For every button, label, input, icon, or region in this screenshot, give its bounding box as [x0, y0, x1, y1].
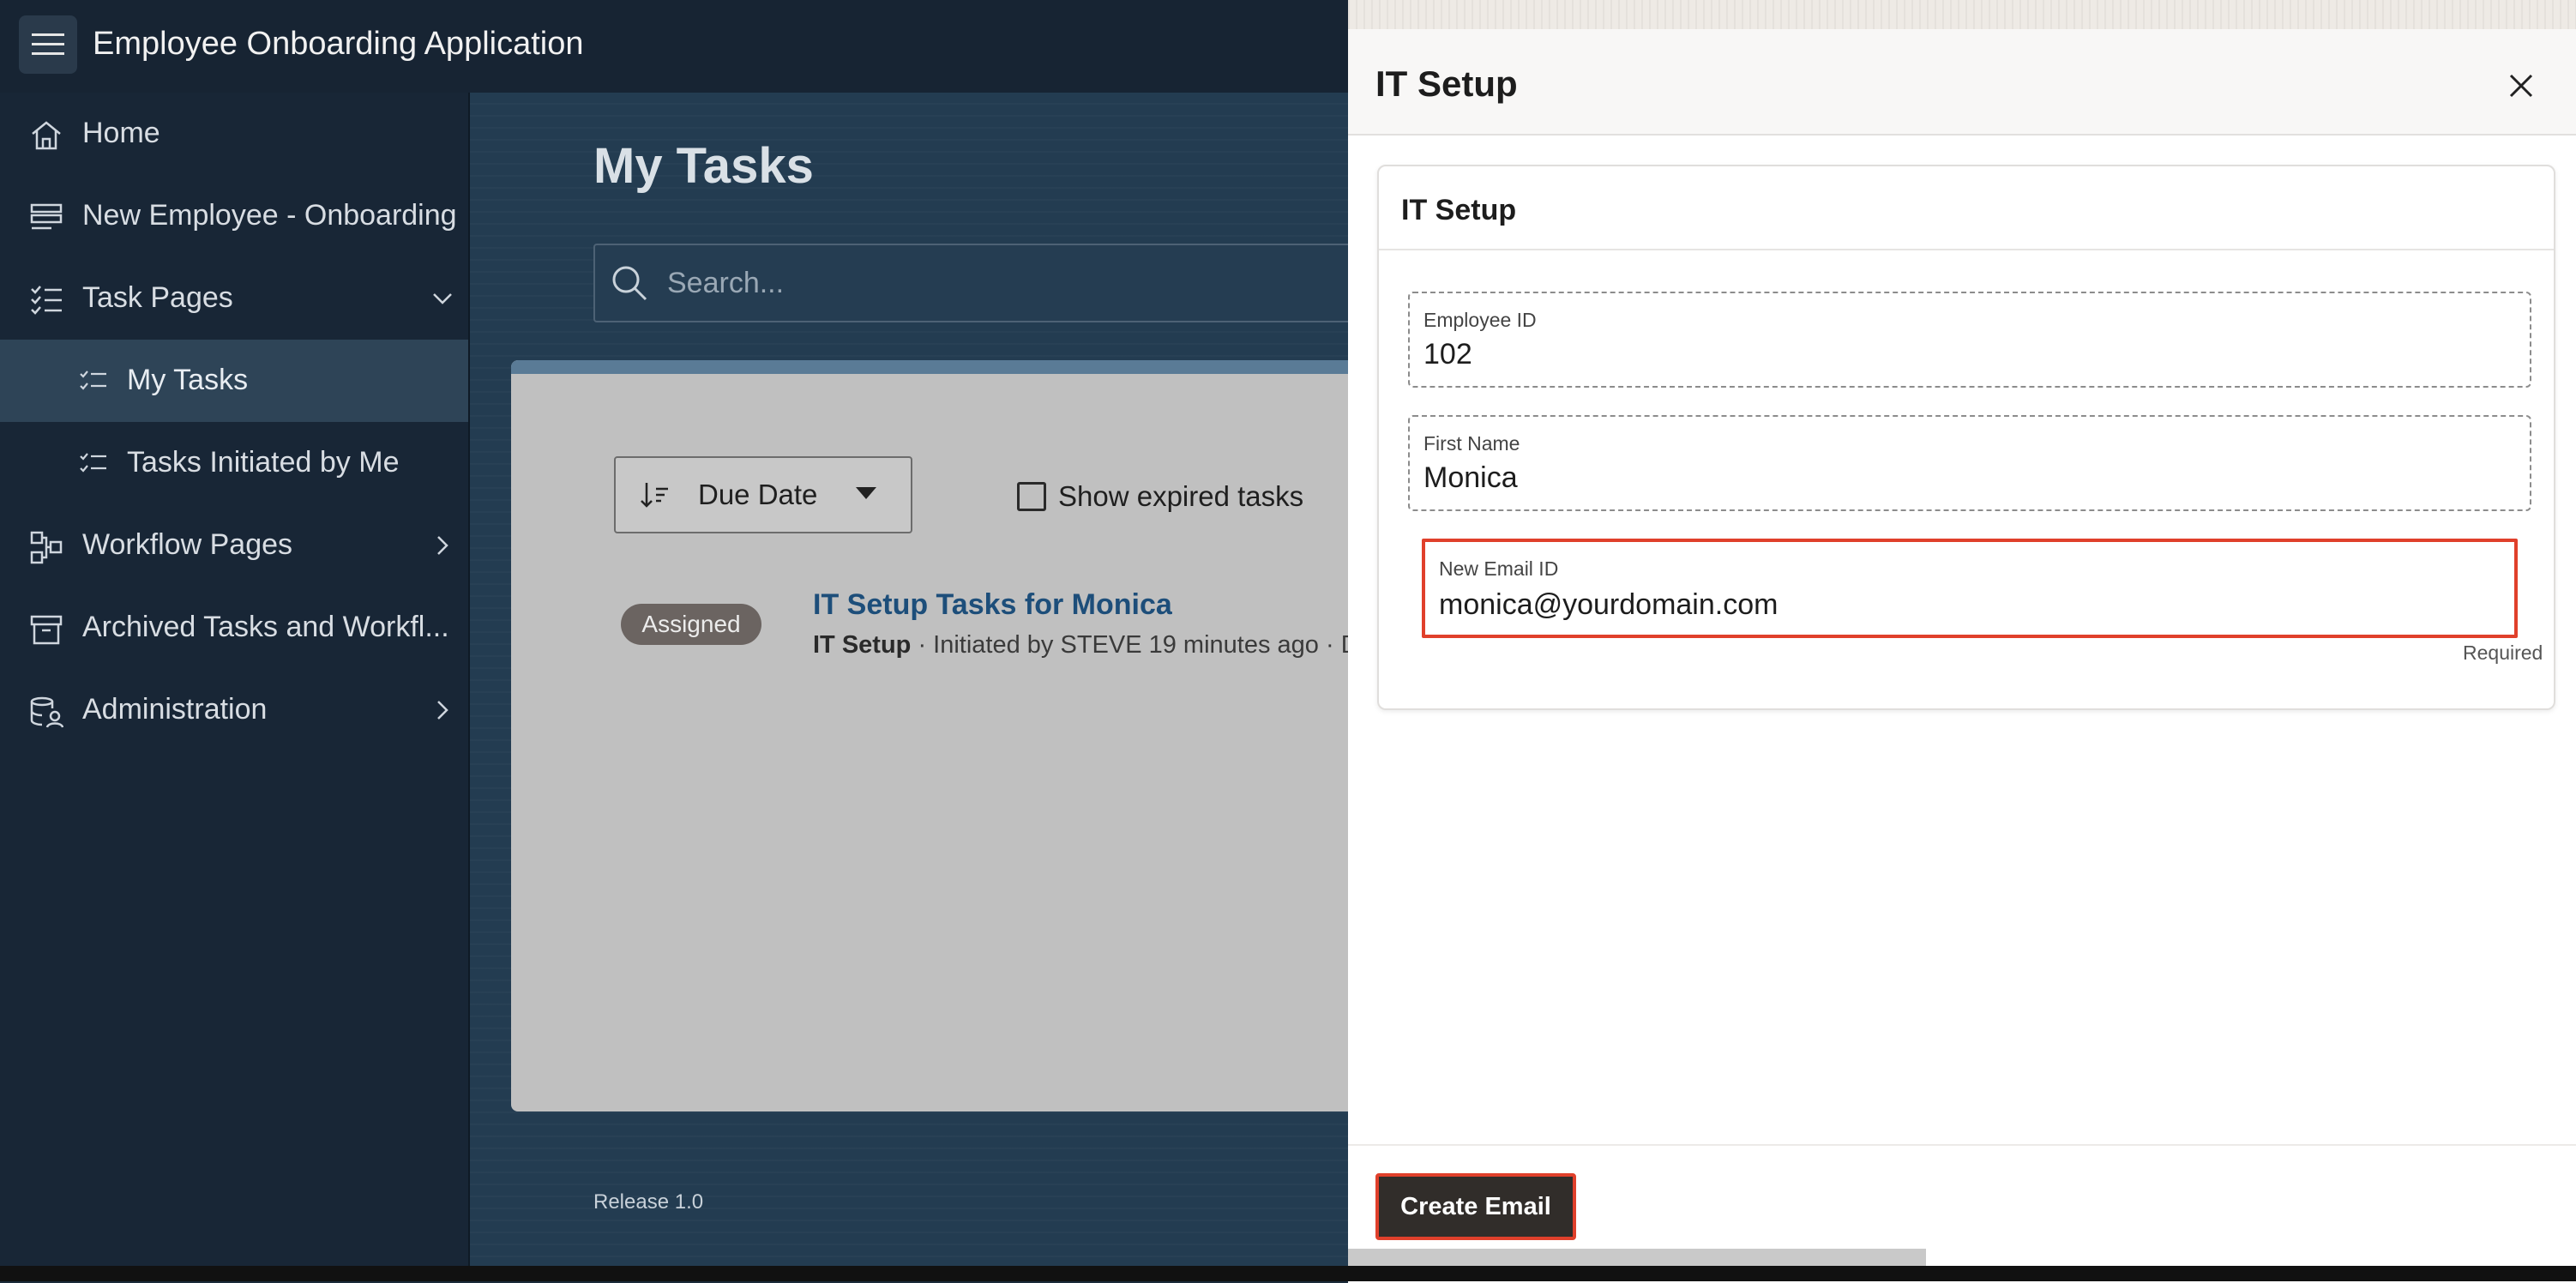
- new-email-field[interactable]: New Email ID: [1422, 539, 2518, 638]
- form-icon: [30, 203, 63, 230]
- sidebar-item-administration[interactable]: Administration: [0, 669, 468, 751]
- sort-label: Due Date: [698, 479, 818, 510]
- sidebar-item-new-employee-onboarding[interactable]: New Employee - Onboarding: [0, 175, 468, 257]
- card-header-strip: [511, 360, 1369, 374]
- sidebar-item-label: Administration: [82, 693, 268, 726]
- employee-id-field: Employee ID 102: [1408, 292, 2531, 388]
- region-title: IT Setup: [1401, 194, 1517, 226]
- task-type: IT Setup: [813, 631, 912, 659]
- task-meta: IT Setup · Initiated by STEVE 19 minutes…: [813, 631, 1348, 660]
- release-label: Release 1.0: [593, 1190, 704, 1214]
- sidebar-item-my-tasks[interactable]: My Tasks: [0, 340, 468, 422]
- create-email-button[interactable]: Create Email: [1375, 1173, 1576, 1240]
- sort-dropdown[interactable]: Due Date: [614, 456, 912, 533]
- app-header: Employee Onboarding Application: [0, 0, 1348, 93]
- chevron-right-icon: [437, 536, 448, 555]
- sidebar-item-home[interactable]: Home: [0, 93, 468, 175]
- sidebar-item-workflow-pages[interactable]: Workflow Pages: [0, 504, 468, 587]
- show-expired-checkbox[interactable]: [1017, 482, 1046, 511]
- workflow-icon: [30, 531, 63, 564]
- new-email-label: New Email ID: [1439, 557, 1559, 580]
- sidebar-item-label: Archived Tasks and Workfl...: [82, 611, 449, 643]
- app-title: Employee Onboarding Application: [93, 26, 584, 62]
- sidebar-item-tasks-initiated-by-me[interactable]: Tasks Initiated by Me: [0, 422, 468, 504]
- search-box[interactable]: [593, 244, 1369, 322]
- sidebar-item-task-pages[interactable]: Task Pages: [0, 257, 468, 340]
- drawer-top-strip: [1348, 0, 2576, 29]
- checklist-icon: [80, 453, 106, 473]
- first-name-label: First Name: [1423, 432, 1520, 455]
- hamburger-menu-button[interactable]: [19, 15, 77, 74]
- sidebar-item-label: My Tasks: [127, 364, 249, 396]
- chevron-down-icon: [433, 293, 452, 304]
- status-badge: Assigned: [621, 604, 761, 645]
- sidebar-item-archived-tasks[interactable]: Archived Tasks and Workfl...: [0, 587, 468, 669]
- checklist-icon: [31, 286, 62, 315]
- sidebar-item-label: Home: [82, 117, 160, 149]
- search-icon: [612, 266, 647, 301]
- employee-id-value: 102: [1423, 338, 1472, 370]
- employee-id-label: Employee ID: [1423, 309, 1537, 331]
- hamburger-icon: [32, 33, 64, 55]
- first-name-field: First Name Monica: [1408, 415, 2531, 511]
- required-hint: Required: [2463, 642, 2543, 664]
- sidebar-item-label: Workflow Pages: [82, 528, 293, 561]
- show-expired-label: Show expired tasks: [1058, 480, 1304, 512]
- sort-icon: [641, 483, 668, 508]
- it-setup-region: IT Setup Employee ID 102 First Name Moni…: [1377, 165, 2555, 710]
- page-title: My Tasks: [593, 138, 814, 194]
- new-email-input[interactable]: [1437, 585, 2495, 624]
- sidebar-item-label: New Employee - Onboarding: [82, 199, 457, 232]
- admin-icon: [30, 696, 63, 728]
- first-name-value: Monica: [1423, 461, 1518, 494]
- sidebar-item-label: Task Pages: [82, 281, 233, 314]
- search-input[interactable]: [665, 261, 1321, 305]
- taskbar-overlay: [1348, 1249, 1926, 1266]
- archive-icon: [30, 615, 63, 645]
- sidebar-item-label: Tasks Initiated by Me: [127, 446, 400, 479]
- screen-bottom-edge: [0, 1266, 2576, 1281]
- chevron-right-icon: [437, 701, 448, 720]
- caret-down-icon: [856, 487, 876, 499]
- region-header: IT Setup: [1379, 166, 2554, 250]
- it-setup-drawer: IT Setup IT Setup Employee ID 102 First …: [1348, 0, 2576, 1283]
- sidebar-nav: Home New Employee - Onboarding Task Page…: [0, 93, 470, 1281]
- close-icon[interactable]: [2502, 67, 2540, 105]
- task-title-link[interactable]: IT Setup Tasks for Monica: [813, 588, 1172, 622]
- drawer-title: IT Setup: [1375, 63, 1518, 104]
- home-icon: [32, 121, 61, 150]
- checklist-icon: [80, 370, 106, 390]
- drawer-header: IT Setup: [1348, 29, 2576, 136]
- task-meta-text: · Initiated by STEVE 19 minutes ago · Du…: [911, 631, 1348, 659]
